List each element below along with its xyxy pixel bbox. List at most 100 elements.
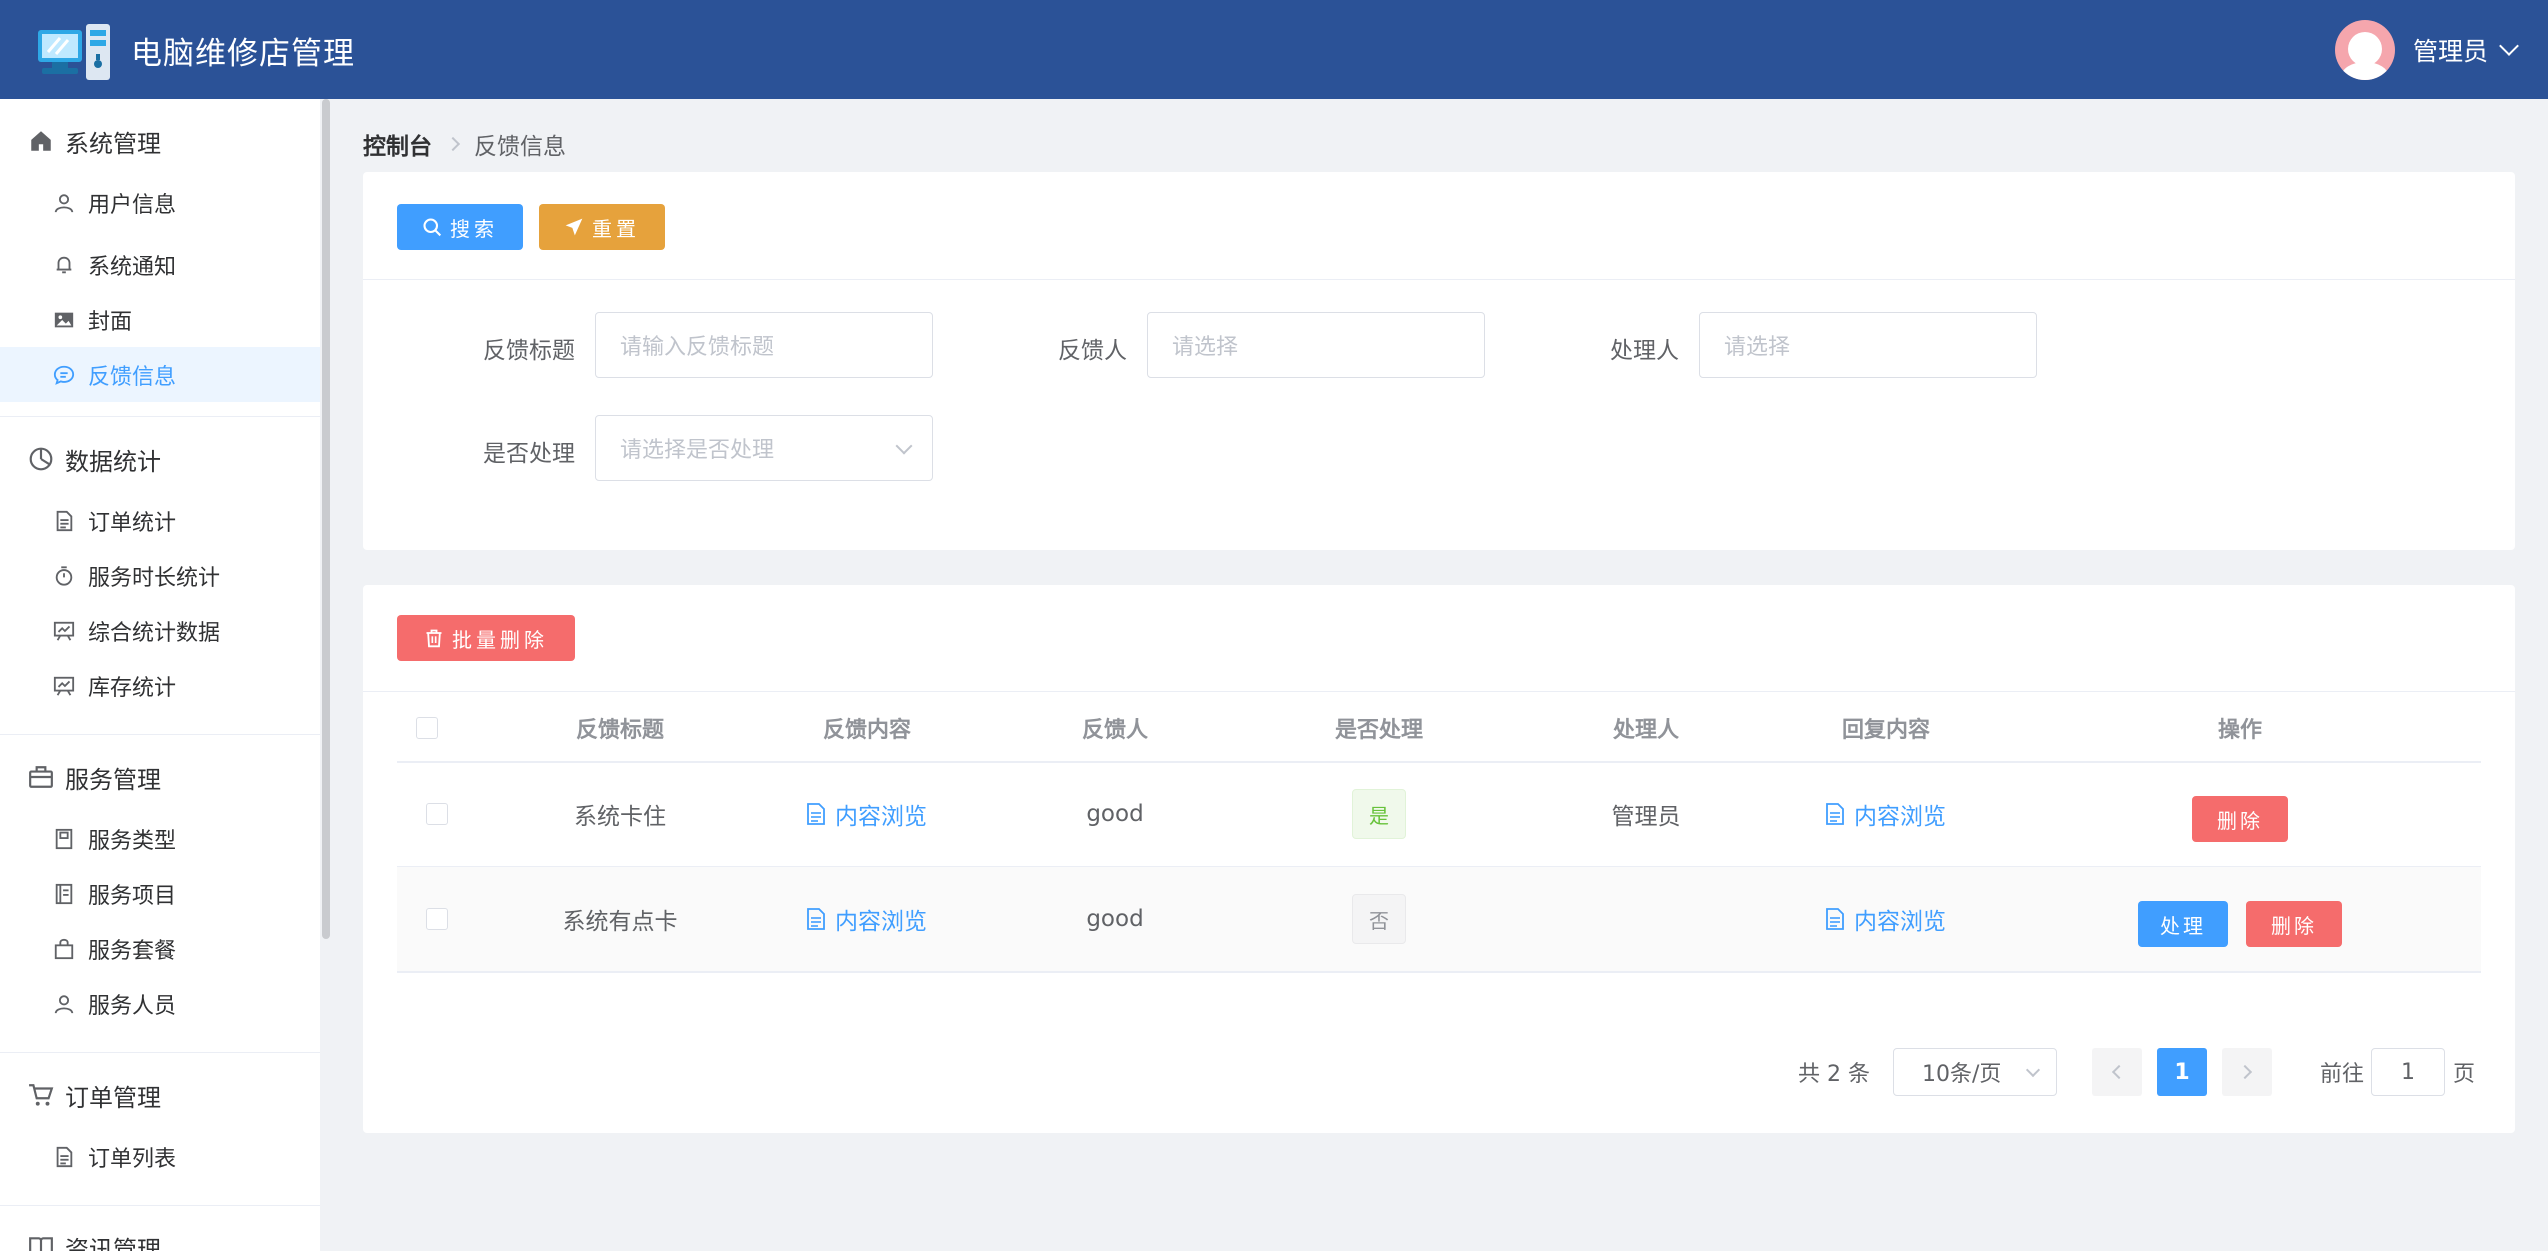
- sidebar-item-label: 反馈信息: [88, 364, 177, 390]
- feedback-title-input[interactable]: 请输入反馈标题: [595, 312, 933, 378]
- sidebar-item-service-type[interactable]: 服务类型: [0, 811, 320, 866]
- cell-feedbacker: good: [1086, 906, 1144, 932]
- sidebar-item-feedback[interactable]: 反馈信息: [0, 347, 320, 402]
- sidebar-divider: [0, 1205, 320, 1206]
- content-view-link[interactable]: 内容浏览: [807, 902, 927, 936]
- feedback-title-placeholder: 请输入反馈标题: [620, 335, 775, 360]
- sidebar-divider: [0, 1052, 320, 1053]
- cell-handler: [1519, 867, 1773, 971]
- handler-select[interactable]: 请选择: [1699, 312, 2037, 378]
- column-header[interactable]: 操作: [1999, 695, 2481, 761]
- sidebar-item-order-stats[interactable]: 订单统计: [0, 493, 320, 548]
- feedbacker-select[interactable]: 请选择: [1147, 312, 1485, 378]
- column-header[interactable]: 反馈人: [991, 695, 1239, 761]
- delete-button[interactable]: 删除: [2246, 901, 2342, 947]
- user-name[interactable]: 管理员: [2413, 32, 2488, 68]
- data-board-icon: [53, 676, 75, 696]
- row-select-cell: [407, 762, 467, 866]
- cell-feedbacker: good: [1086, 801, 1144, 827]
- sidebar-item-service-project[interactable]: 服务项目: [0, 866, 320, 921]
- page-number-current[interactable]: 1: [2157, 1048, 2207, 1096]
- column-header[interactable]: 反馈内容: [743, 695, 991, 761]
- status-badge: 是: [1352, 789, 1406, 839]
- sidebar-item-label: 服务时长统计: [88, 565, 221, 591]
- feedbacker-label: 反馈人: [1058, 338, 1127, 364]
- processed-select[interactable]: 请选择是否处理: [595, 415, 933, 481]
- chevron-down-icon[interactable]: [2499, 36, 2519, 56]
- select-all-checkbox[interactable]: [416, 717, 438, 739]
- process-button[interactable]: 处理: [2138, 901, 2228, 947]
- batch-delete-button[interactable]: 批量删除: [397, 615, 575, 661]
- sidebar-item-user-info[interactable]: 用户信息: [0, 175, 320, 230]
- sidebar-group-service[interactable]: 服务管理: [0, 747, 320, 807]
- sidebar-item-label: 用户信息: [88, 192, 177, 218]
- row-checkbox[interactable]: [426, 803, 448, 825]
- chat-icon: [53, 365, 75, 385]
- cell-actions: 删除: [1999, 762, 2481, 866]
- content-view-link[interactable]: 内容浏览: [807, 797, 927, 831]
- sidebar-group-system[interactable]: 系统管理: [0, 111, 320, 171]
- scrollbar-thumb[interactable]: [322, 99, 330, 939]
- document-icon: [1826, 908, 1844, 930]
- sidebar-item-notice[interactable]: 系统通知: [0, 237, 320, 292]
- sidebar-item-label: 订单统计: [88, 510, 177, 536]
- document-icon: [1826, 803, 1844, 825]
- cell-reply: 内容浏览: [1773, 867, 1999, 971]
- cell-content: 内容浏览: [743, 762, 991, 866]
- sidebar-item-service-time-stats[interactable]: 服务时长统计: [0, 548, 320, 603]
- page-jump-input[interactable]: 1: [2371, 1048, 2445, 1096]
- column-header[interactable]: 是否处理: [1239, 695, 1519, 761]
- bell-icon: [56, 256, 72, 273]
- breadcrumb-home[interactable]: 控制台: [363, 127, 432, 161]
- data-board-icon: [53, 621, 75, 641]
- sidebar-group-order[interactable]: 订单管理: [0, 1065, 320, 1125]
- feedback-title-label: 反馈标题: [483, 338, 575, 364]
- cell-title: 系统卡住: [574, 804, 666, 830]
- search-button[interactable]: 搜索: [397, 204, 523, 250]
- sidebar-scrollbar[interactable]: [320, 99, 332, 1251]
- top-header: 电脑维修店管理 管理员: [0, 0, 2548, 99]
- column-header[interactable]: 反馈标题: [497, 695, 743, 761]
- chevron-right-icon: [445, 136, 461, 152]
- sidebar-group-statistics[interactable]: 数据统计: [0, 429, 320, 489]
- reset-button[interactable]: 重置: [539, 204, 665, 250]
- column-header[interactable]: 回复内容: [1773, 695, 1999, 761]
- reply-view-link[interactable]: 内容浏览: [1826, 902, 1946, 936]
- pie-chart-icon: [29, 447, 53, 471]
- sidebar-item-order-list[interactable]: 订单列表: [0, 1129, 320, 1184]
- document-icon: [56, 1146, 73, 1167]
- sidebar-item-cover[interactable]: 封面: [0, 292, 320, 347]
- sidebar-item-service-staff[interactable]: 服务人员: [0, 976, 320, 1031]
- page-size-select[interactable]: 10条/页: [1893, 1048, 2057, 1096]
- sidebar-item-service-package[interactable]: 服务套餐: [0, 921, 320, 976]
- trash-icon: [426, 629, 442, 648]
- column-header[interactable]: 处理人: [1519, 695, 1773, 761]
- chevron-right-icon: [2237, 1064, 2253, 1080]
- sidebar-item-overall-stats[interactable]: 综合统计数据: [0, 603, 320, 658]
- cell-processed: 否: [1239, 867, 1519, 971]
- sidebar-item-inventory-stats[interactable]: 库存统计: [0, 658, 320, 713]
- cell-title: 系统有点卡: [562, 909, 678, 935]
- sidebar-group-label: 数据统计: [65, 447, 161, 476]
- user-menu[interactable]: 管理员: [2334, 20, 2519, 80]
- delete-button[interactable]: 删除: [2192, 796, 2288, 842]
- user-icon: [54, 994, 74, 1013]
- cell-handler: 管理员: [1611, 804, 1681, 830]
- feedbacker-placeholder: 请选择: [1172, 335, 1239, 360]
- cell-reply: 内容浏览: [1773, 762, 1999, 866]
- sidebar-item-label: 服务套餐: [88, 938, 177, 964]
- row-checkbox[interactable]: [426, 908, 448, 930]
- cell-content: 内容浏览: [743, 867, 991, 971]
- next-page-button[interactable]: [2222, 1048, 2272, 1096]
- sidebar-group-label: 订单管理: [65, 1083, 161, 1112]
- sidebar-group-news[interactable]: 资讯管理: [0, 1217, 320, 1251]
- reply-view-link[interactable]: 内容浏览: [1826, 797, 1946, 831]
- pagination-total: 共 2 条: [1798, 1062, 1870, 1087]
- card-divider: [363, 279, 2515, 280]
- sidebar-divider: [0, 734, 320, 735]
- avatar[interactable]: [2334, 20, 2395, 80]
- status-badge: 否: [1352, 894, 1406, 944]
- sidebar-item-label: 服务项目: [88, 883, 177, 909]
- prev-page-button[interactable]: [2092, 1048, 2142, 1096]
- computer-logo-icon: [38, 24, 110, 80]
